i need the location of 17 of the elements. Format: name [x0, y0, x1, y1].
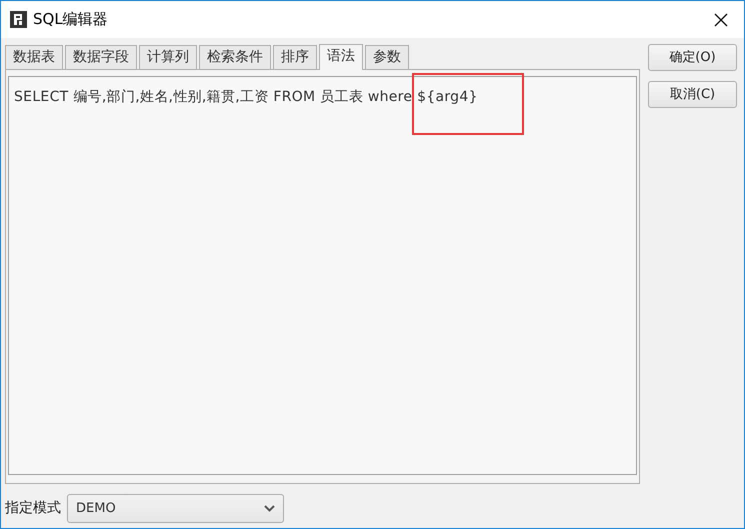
tab[interactable]: 语法	[319, 44, 363, 70]
cancel-button[interactable]: 取消(C)	[648, 81, 737, 108]
tab[interactable]: 计算列	[139, 45, 197, 69]
close-icon[interactable]	[714, 12, 728, 26]
tab[interactable]: 排序	[273, 45, 317, 69]
sql-editor[interactable]: SELECT 编号,部门,姓名,性别,籍贯,工资 FROM 员工表 where ${arg4}	[8, 76, 637, 475]
chevron-icon	[264, 505, 275, 512]
mode-label: 指定模式	[5, 499, 61, 518]
tab[interactable]: 数据字段	[65, 45, 137, 69]
window-title: SQL编辑器	[33, 9, 108, 30]
tab[interactable]: 参数	[365, 45, 409, 69]
mode-dropdown[interactable]: DEMO	[67, 494, 284, 523]
sql-text: SELECT 编号,部门,姓名,性别,籍贯,工资 FROM 员工表 where ${arg4}	[14, 89, 478, 105]
ok-button[interactable]: 确定(O)	[648, 44, 737, 71]
tab[interactable]: 检索条件	[199, 45, 271, 69]
tab[interactable]: 数据表	[5, 45, 63, 69]
app-icon	[10, 11, 27, 28]
